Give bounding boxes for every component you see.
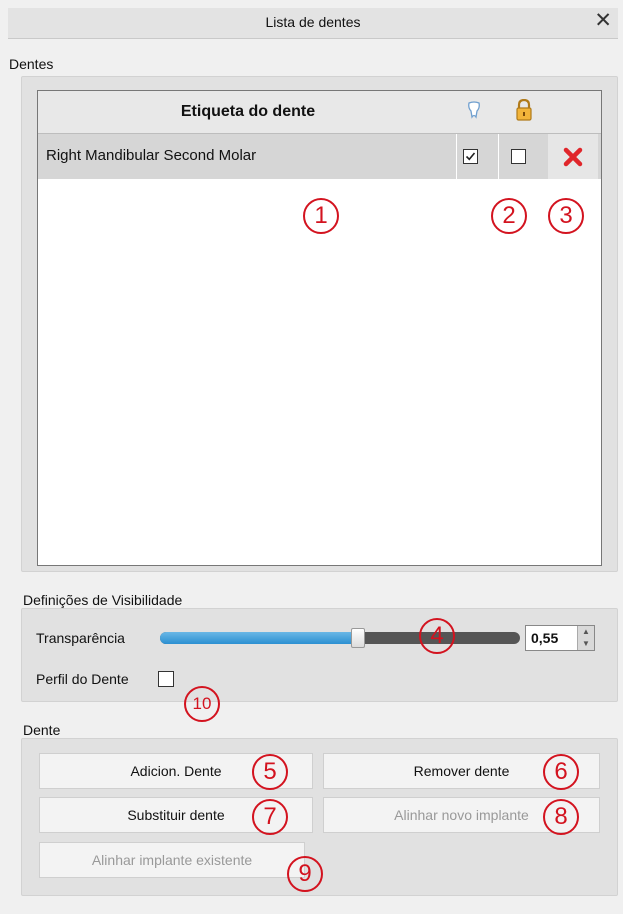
visibility-panel: [21, 608, 618, 702]
marker-10: 10: [184, 686, 220, 722]
visibility-checkbox[interactable]: [463, 149, 478, 164]
spin-down-icon[interactable]: ▼: [578, 638, 594, 650]
tooth-row-label[interactable]: Right Mandibular Second Molar: [46, 147, 256, 164]
window-title: Lista de dentes: [265, 14, 361, 30]
transparency-value[interactable]: 0,55: [531, 630, 558, 646]
spinbox-arrows[interactable]: ▲ ▼: [577, 626, 594, 650]
teeth-table: Etiqueta do dente Right Mandibular Secon…: [37, 90, 602, 566]
profile-checkbox[interactable]: [158, 671, 174, 687]
marker-4: 4: [419, 618, 455, 654]
lock-cell: [498, 134, 545, 179]
transparency-slider-fill: [160, 632, 358, 644]
delete-cell: [548, 134, 598, 179]
teeth-section-label: Dentes: [9, 56, 54, 72]
close-icon[interactable]: ✕: [594, 10, 612, 31]
visibility-section-label: Definições de Visibilidade: [23, 592, 183, 608]
profile-label: Perfil do Dente: [36, 671, 129, 687]
marker-5: 5: [252, 754, 288, 790]
window-titlebar: Lista de dentes ✕: [8, 8, 618, 39]
spin-up-icon[interactable]: ▲: [578, 626, 594, 638]
transparency-label: Transparência: [36, 630, 125, 646]
table-row[interactable]: Right Mandibular Second Molar: [38, 134, 601, 179]
align-existing-implant-button[interactable]: Alinhar implante existente: [39, 842, 305, 878]
marker-8: 8: [543, 799, 579, 835]
marker-3: 3: [548, 198, 584, 234]
marker-2: 2: [491, 198, 527, 234]
column-header-tooth-label[interactable]: Etiqueta do dente: [38, 103, 458, 121]
marker-6: 6: [543, 754, 579, 790]
visibility-cell: [456, 134, 499, 179]
lock-icon: [515, 98, 533, 126]
marker-1: 1: [303, 198, 339, 234]
teeth-table-header: Etiqueta do dente: [38, 91, 601, 134]
delete-x-icon[interactable]: [563, 147, 583, 172]
transparency-slider-thumb[interactable]: [351, 628, 365, 648]
marker-9: 9: [287, 856, 323, 892]
marker-7: 7: [252, 799, 288, 835]
transparency-spinbox[interactable]: 0,55 ▲ ▼: [525, 625, 595, 651]
transparency-slider[interactable]: [160, 628, 520, 648]
tooth-section-label: Dente: [23, 722, 61, 738]
tooth-icon: [467, 101, 481, 124]
lock-checkbox[interactable]: [511, 149, 526, 164]
